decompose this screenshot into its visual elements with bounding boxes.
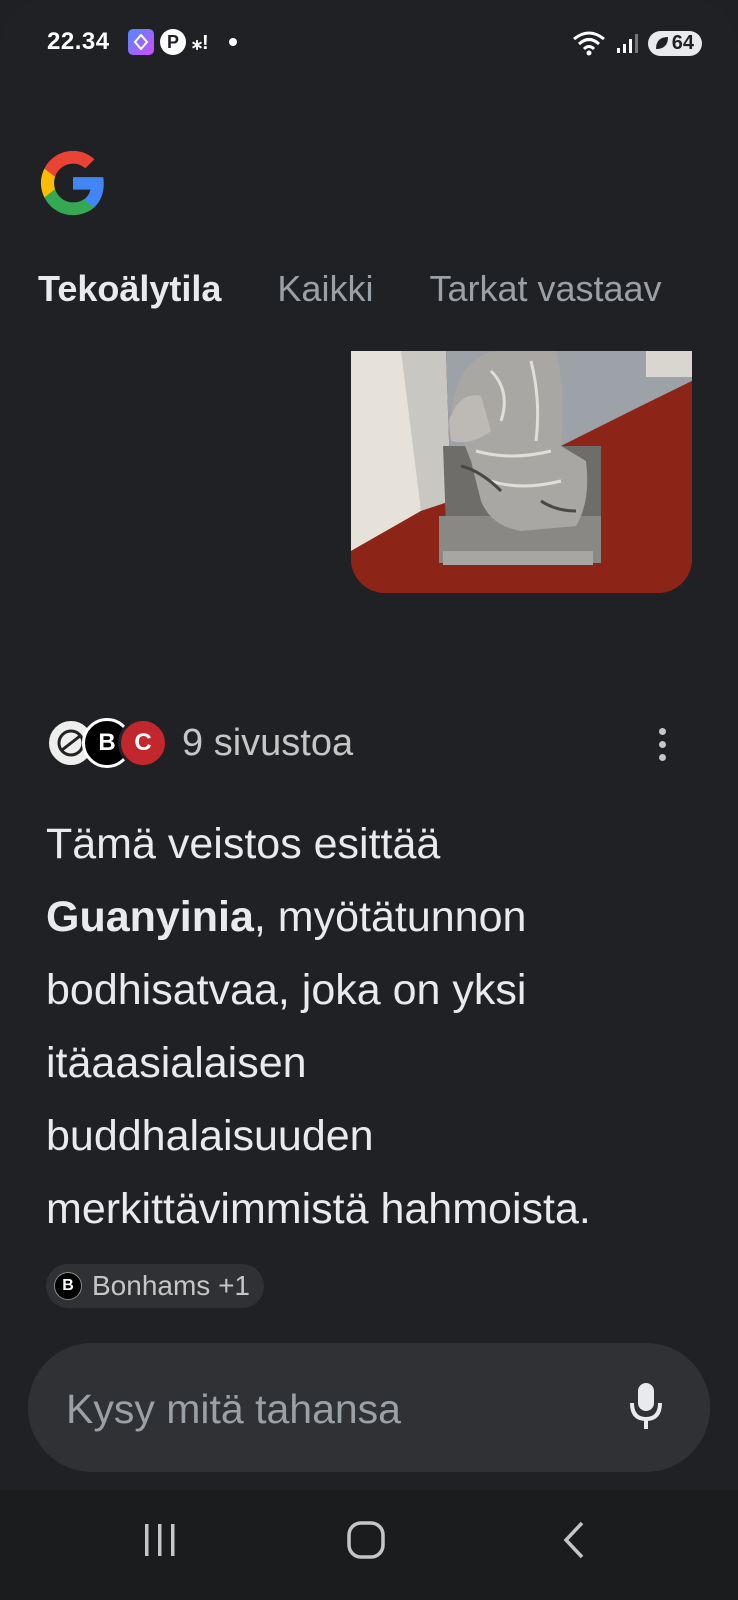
- tab-all[interactable]: Kaikki: [277, 268, 373, 310]
- statue-photo[interactable]: [351, 351, 692, 593]
- notification-icons: P ⁎!: [128, 29, 237, 55]
- google-logo[interactable]: [38, 148, 108, 218]
- bonhams-icon: B: [54, 1272, 82, 1300]
- citation-label: Bonhams +1: [92, 1270, 250, 1301]
- recents-icon[interactable]: [142, 1520, 178, 1560]
- tab-exact-answers[interactable]: Tarkat vastaav: [429, 268, 661, 310]
- answer-highlight: Guanyinia: [46, 893, 254, 941]
- wifi-icon: [572, 31, 605, 56]
- source-avatar-3: C: [118, 718, 168, 768]
- steps-icon: ⁎!: [192, 31, 209, 54]
- status-bar: 22.34 P ⁎! 64: [0, 0, 738, 80]
- tab-ai-mode[interactable]: Tekoälytila: [38, 268, 221, 310]
- battery-indicator: 64: [647, 30, 702, 56]
- answer-text-end: , myötätunnon bodhisatvaa, joka on yksi …: [46, 893, 591, 1233]
- home-icon[interactable]: [346, 1520, 386, 1560]
- more-notifications-icon: [228, 38, 237, 46]
- status-time: 22.34: [47, 28, 110, 55]
- system-icons: 64: [572, 30, 702, 56]
- sources-count: 9 sivustoa: [182, 721, 354, 764]
- pinterest-icon: P: [160, 29, 186, 55]
- citation-chip[interactable]: B Bonhams +1: [46, 1264, 264, 1308]
- answer-text-start: Tämä veistos esittää: [46, 820, 441, 868]
- signal-icon: [616, 34, 638, 53]
- ai-answer: Tämä veistos esittää Guanyinia, myötätun…: [46, 808, 646, 1319]
- search-tabs: Tekoälytila Kaikki Tarkat vastaav: [38, 268, 662, 310]
- sources-row[interactable]: B C 9 sivustoa: [46, 718, 353, 768]
- back-icon[interactable]: [560, 1520, 590, 1560]
- battery-level: 64: [671, 31, 694, 54]
- more-vert-icon[interactable]: [654, 728, 670, 761]
- ask-placeholder: Kysy mitä tahansa: [66, 1386, 401, 1432]
- screen: 22.34 P ⁎! 64 Tekoälytila Kaikki Tarkat …: [0, 0, 738, 1600]
- app-notification-icon: [128, 29, 154, 55]
- navigation-bar: [0, 1490, 738, 1600]
- leaf-icon: [655, 37, 668, 49]
- mic-icon[interactable]: [628, 1381, 664, 1431]
- ask-input[interactable]: Kysy mitä tahansa: [28, 1343, 710, 1472]
